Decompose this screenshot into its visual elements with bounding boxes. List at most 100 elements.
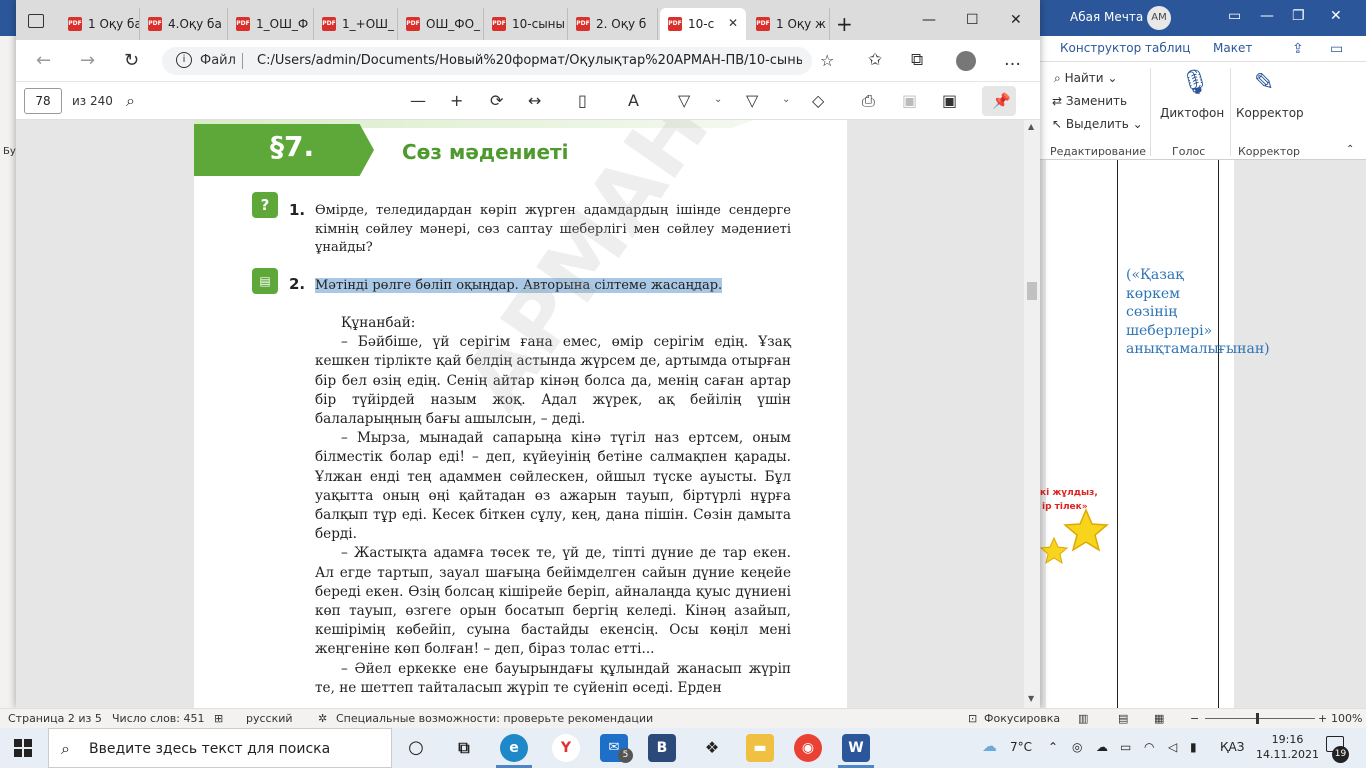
scrollbar[interactable]: ▲ ▼ xyxy=(1024,120,1040,708)
tab-table-design[interactable]: Конструктор таблиц xyxy=(1060,41,1190,55)
share-icon[interactable]: ⇪ xyxy=(1292,41,1304,57)
draw-icon[interactable]: ▽ xyxy=(678,91,690,110)
weather-icon[interactable]: ☁ xyxy=(982,737,997,755)
collapse-ribbon-icon[interactable]: ⌃ xyxy=(1346,144,1354,155)
print-layout-icon[interactable]: ▤ xyxy=(1118,712,1128,725)
zoom-in-button[interactable]: + xyxy=(1318,712,1327,725)
minimize-icon[interactable]: — xyxy=(922,12,936,28)
eraser-icon[interactable]: ◇ xyxy=(812,91,824,110)
tab-layout[interactable]: Макет xyxy=(1213,41,1252,55)
maximize-icon[interactable]: ☐ xyxy=(966,12,979,28)
select-button[interactable]: ↖ Выделить ⌄ xyxy=(1052,117,1143,131)
pin-toolbar-button[interactable]: 📌 xyxy=(982,86,1016,116)
web-layout-icon[interactable]: ▦ xyxy=(1154,712,1164,725)
highlight-icon[interactable]: ▽ xyxy=(746,91,758,110)
editor-button[interactable]: Корректор xyxy=(1236,106,1304,120)
scroll-up-icon[interactable]: ▲ xyxy=(1028,122,1034,131)
battery-icon[interactable]: ▮ xyxy=(1190,740,1197,754)
tray-app-icon[interactable]: ◎ xyxy=(1072,740,1082,754)
chevron-down-icon[interactable]: ⌄ xyxy=(782,94,790,105)
new-tab-icon[interactable]: + xyxy=(836,12,853,36)
forward-icon[interactable]: → xyxy=(80,50,95,71)
more-options-icon[interactable]: … xyxy=(1004,50,1021,70)
back-icon[interactable]: ← xyxy=(36,50,51,71)
zoom-slider[interactable] xyxy=(1205,718,1315,719)
pen-icon[interactable]: ✎ xyxy=(1254,68,1274,96)
zoom-in-icon[interactable]: + xyxy=(450,91,463,110)
tray-app-icon[interactable]: ▭ xyxy=(1120,740,1131,754)
tray-app-icon[interactable]: ☁ xyxy=(1096,740,1108,754)
proofing-icon[interactable]: ⊞ xyxy=(214,712,223,725)
word-count[interactable]: Число слов: 451 xyxy=(112,712,205,725)
chevron-down-icon[interactable]: ⌄ xyxy=(714,94,722,105)
word-restore-icon[interactable]: ❐ xyxy=(1292,8,1305,24)
browser-tab[interactable]: PDF 1_ОШ_Ф xyxy=(228,8,314,40)
taskbar-search-input[interactable]: ⌕ Введите здесь текст для поиска xyxy=(48,728,392,768)
task-view-icon[interactable]: ⧉ xyxy=(450,734,478,762)
comments-icon[interactable]: ▭ xyxy=(1330,41,1343,57)
pdf-viewer[interactable]: §7. Сөз мәдениеті ? 1. Өмірде, теледидар… xyxy=(16,120,1040,708)
page-view-icon[interactable]: ▯ xyxy=(578,91,587,110)
dropbox-icon[interactable]: ❖ xyxy=(698,734,726,762)
browser-tab-active[interactable]: PDF 10-с ✕ xyxy=(660,8,746,40)
avatar[interactable]: AM xyxy=(1147,6,1171,30)
collections-icon[interactable]: ⧉ xyxy=(911,50,923,70)
file-explorer-icon[interactable]: ▬ xyxy=(746,734,774,762)
print-icon[interactable]: ⎙ xyxy=(862,91,875,111)
chevron-up-icon[interactable]: ⌃ xyxy=(1048,740,1058,754)
browser-tab[interactable]: PDF 1_+ОШ_ xyxy=(314,8,398,40)
tab-actions-icon[interactable] xyxy=(28,14,44,28)
task-text-highlighted[interactable]: Мәтінді рөлге бөліп оқыңдар. Авторына сі… xyxy=(315,277,791,296)
page-number-input[interactable]: 78 xyxy=(24,88,62,114)
page-count[interactable]: Страница 2 из 5 xyxy=(8,712,102,725)
search-icon[interactable]: ⌕ xyxy=(126,91,135,111)
find-button[interactable]: ⌕ Найти ⌄ xyxy=(1054,71,1117,86)
save-as-icon[interactable]: ▣ xyxy=(942,91,957,110)
volume-icon[interactable]: ◁ xyxy=(1168,740,1177,754)
browser-tab[interactable]: PDF 1 Оқу ба xyxy=(60,8,140,40)
rotate-icon[interactable]: ⟳ xyxy=(490,91,503,110)
profile-icon[interactable] xyxy=(956,51,976,71)
word-close-icon[interactable]: ✕ xyxy=(1330,8,1342,24)
weather-temperature[interactable]: 7°C xyxy=(1010,740,1032,754)
app-b-icon[interactable]: B xyxy=(648,734,676,762)
browser-tab[interactable]: PDF 10-сыны xyxy=(484,8,568,40)
yandex-browser-icon[interactable]: Y xyxy=(552,734,580,762)
zoom-out-icon[interactable]: — xyxy=(410,91,426,110)
fit-width-icon[interactable]: ↔ xyxy=(528,91,541,110)
chrome-icon[interactable]: ◉ xyxy=(794,734,822,762)
scroll-down-icon[interactable]: ▼ xyxy=(1028,694,1034,703)
language-status[interactable]: русский xyxy=(246,712,293,725)
microphone-icon[interactable]: 🎙 xyxy=(1180,68,1210,96)
accessibility-status[interactable]: Специальные возможности: проверьте реком… xyxy=(336,712,653,725)
info-icon[interactable]: i xyxy=(176,52,192,68)
read-mode-icon[interactable]: ▥ xyxy=(1078,712,1088,725)
clock[interactable]: 19:16 14.11.2021 xyxy=(1256,732,1319,762)
wifi-icon[interactable]: ◠ xyxy=(1144,740,1154,754)
word-icon[interactable]: W xyxy=(842,734,870,762)
word-minimize-icon[interactable]: — xyxy=(1260,8,1274,24)
refresh-icon[interactable]: ↻ xyxy=(124,50,139,71)
keyboard-language[interactable]: ҚАЗ xyxy=(1220,740,1244,754)
read-aloud-icon[interactable]: A xyxy=(628,91,639,110)
zoom-slider-handle[interactable] xyxy=(1256,713,1259,724)
replace-button[interactable]: ⇄ Заменить xyxy=(1052,94,1127,108)
browser-tab[interactable]: PDF 2. Оқу б xyxy=(568,8,658,40)
browser-tab[interactable]: PDF ОШ_ФО_ xyxy=(398,8,484,40)
url-text[interactable]: C:/Users/admin/Documents/Новый%20формат/… xyxy=(257,53,802,68)
scroll-thumb[interactable] xyxy=(1027,282,1037,300)
add-favorite-icon[interactable]: ☆ xyxy=(820,51,834,70)
save-icon[interactable]: ▣ xyxy=(902,91,917,110)
favorites-icon[interactable]: ✩ xyxy=(868,50,882,70)
close-tab-icon[interactable]: ✕ xyxy=(728,16,738,30)
word-user-name[interactable]: Абая Мечта xyxy=(1070,10,1143,24)
ribbon-display-icon[interactable]: ▭ xyxy=(1228,8,1241,24)
browser-tab[interactable]: PDF 1 Оқу ж xyxy=(748,8,830,40)
url-field[interactable]: i Файл C:/Users/admin/Documents/Новый%20… xyxy=(162,47,834,75)
dictate-button[interactable]: Диктофон xyxy=(1160,106,1224,120)
zoom-out-button[interactable]: − xyxy=(1190,712,1199,725)
close-icon[interactable]: ✕ xyxy=(1010,12,1022,28)
windows-start-icon[interactable] xyxy=(14,739,32,757)
browser-tab[interactable]: PDF 4.Оқу ба xyxy=(140,8,228,40)
cortana-icon[interactable]: ○ xyxy=(402,734,430,762)
